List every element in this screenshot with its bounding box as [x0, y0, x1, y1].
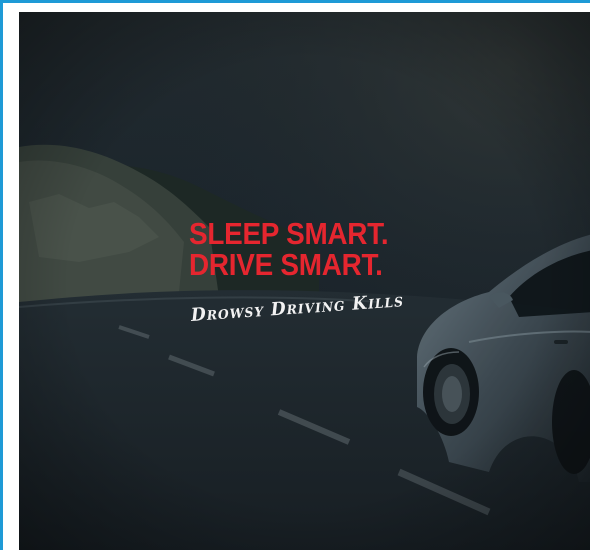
headline: SLEEP SMART. DRIVE SMART. — [189, 218, 449, 280]
ad-frame: SLEEP SMART. DRIVE SMART. Drowsy Driving… — [0, 0, 590, 550]
headline-line-1: SLEEP SMART. — [189, 216, 389, 251]
headline-line-2: DRIVE SMART. — [189, 247, 383, 282]
night-road-scene: SLEEP SMART. DRIVE SMART. Drowsy Driving… — [19, 12, 590, 550]
